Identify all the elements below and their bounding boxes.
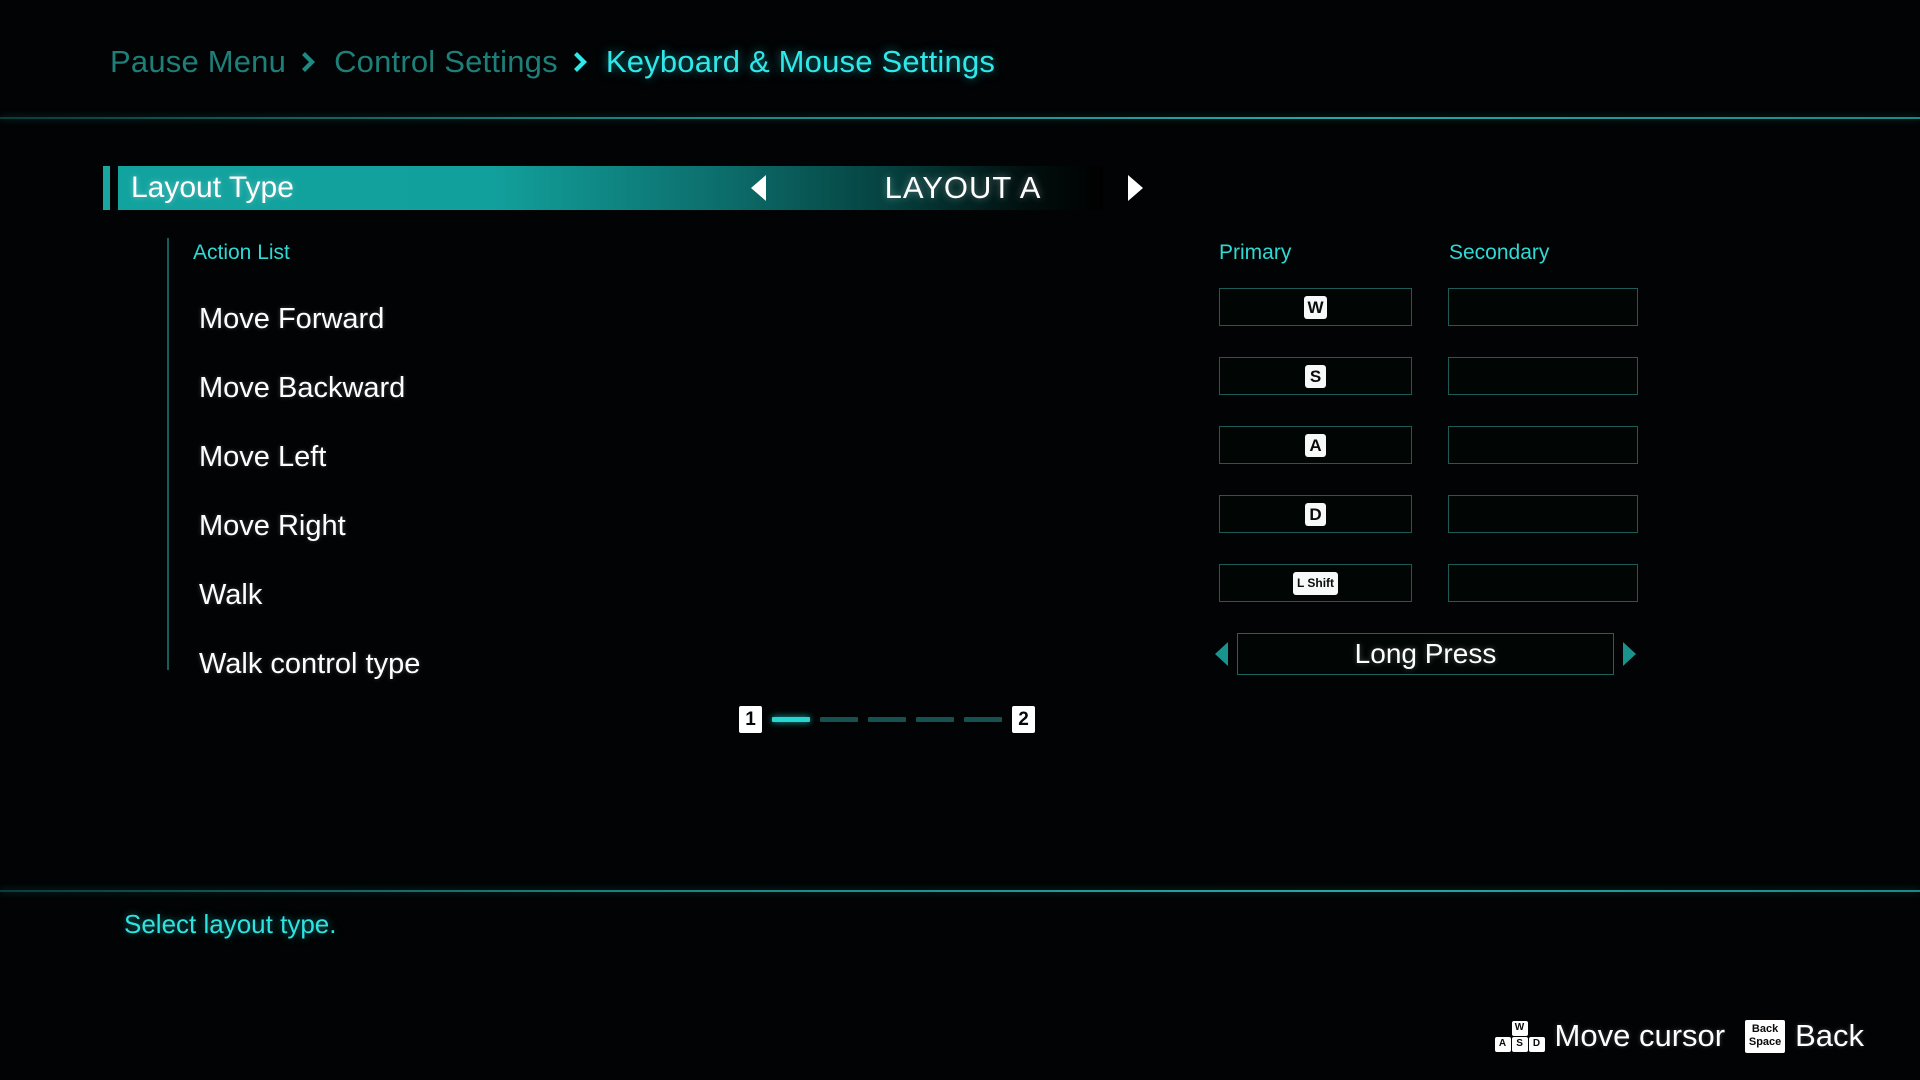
description-text: Select layout type. bbox=[124, 909, 337, 939]
layout-type-label: Layout Type bbox=[131, 171, 294, 204]
action-row-label[interactable]: Move Backward bbox=[199, 354, 420, 423]
walk-control-type-selector[interactable]: Long Press bbox=[1215, 633, 1636, 675]
backspace-line-2: Space bbox=[1748, 1036, 1782, 1048]
action-row-label[interactable]: Move Forward bbox=[199, 285, 420, 354]
breadcrumb-item-keyboard-mouse-settings: Keyboard & Mouse Settings bbox=[605, 44, 996, 79]
mini-key-a: A bbox=[1494, 1036, 1511, 1052]
pagination-segment[interactable] bbox=[868, 717, 906, 722]
binding-box-secondary[interactable] bbox=[1448, 495, 1638, 533]
pagination-segment[interactable] bbox=[964, 717, 1002, 722]
chevron-right-icon bbox=[573, 52, 587, 72]
triangle-right-icon[interactable] bbox=[1623, 642, 1636, 666]
pagination-segment[interactable] bbox=[772, 717, 810, 722]
action-list-header: Action List bbox=[193, 241, 290, 264]
footer-hints: W A S D Move cursor Back Space Back bbox=[1494, 1018, 1864, 1054]
column-header-primary: Primary bbox=[1219, 241, 1292, 264]
pagination-segment[interactable] bbox=[820, 717, 858, 722]
breadcrumb-item-pause-menu[interactable]: Pause Menu bbox=[110, 44, 286, 80]
action-row-label[interactable]: Walk bbox=[199, 561, 420, 630]
mini-key-w: W bbox=[1511, 1020, 1528, 1036]
backspace-line-1: Back bbox=[1751, 1023, 1779, 1036]
binding-box-secondary[interactable] bbox=[1448, 357, 1638, 395]
keycap: D bbox=[1305, 502, 1326, 526]
pagination-segment[interactable] bbox=[916, 717, 954, 722]
mini-key-d: D bbox=[1528, 1036, 1545, 1052]
page-number-end: 2 bbox=[1012, 706, 1035, 733]
hint-label-back: Back bbox=[1795, 1018, 1864, 1053]
triangle-left-icon[interactable] bbox=[1215, 642, 1228, 666]
column-header-secondary: Secondary bbox=[1449, 241, 1550, 264]
action-row-label[interactable]: Walk control type bbox=[199, 630, 420, 699]
action-list: Move Forward Move Backward Move Left Mov… bbox=[199, 285, 420, 699]
mini-key-s: S bbox=[1511, 1036, 1528, 1052]
game-settings-screen: Pause Menu Control Settings Keyboard & M… bbox=[0, 0, 1920, 1080]
keycap: S bbox=[1305, 364, 1326, 388]
layout-type-option-row[interactable]: Layout Type LAYOUT A bbox=[103, 166, 1143, 210]
keycap: A bbox=[1305, 433, 1326, 457]
binding-box-secondary[interactable] bbox=[1448, 564, 1638, 602]
selection-indicator-bar bbox=[103, 166, 110, 210]
pagination: 1 2 bbox=[739, 706, 1035, 733]
binding-box-primary[interactable]: A bbox=[1219, 426, 1412, 464]
chevron-right-icon bbox=[302, 52, 316, 72]
keycap: W bbox=[1304, 295, 1327, 319]
triangle-right-icon[interactable] bbox=[1128, 175, 1143, 201]
keycap: L Shift bbox=[1292, 571, 1339, 595]
layout-type-value: LAYOUT A bbox=[884, 170, 1042, 205]
binding-box-primary[interactable]: S bbox=[1219, 357, 1412, 395]
walk-control-type-value[interactable]: Long Press bbox=[1237, 633, 1614, 675]
hint-back: Back Space Back bbox=[1745, 1018, 1864, 1054]
binding-box-secondary[interactable] bbox=[1448, 426, 1638, 464]
action-list-rail bbox=[167, 238, 169, 670]
page-number-start: 1 bbox=[739, 706, 762, 733]
primary-binding-column: W S A D L Shift bbox=[1219, 288, 1412, 633]
breadcrumb: Pause Menu Control Settings Keyboard & M… bbox=[110, 44, 995, 80]
footer-divider bbox=[0, 890, 1920, 892]
wasd-keys-icon: W A S D bbox=[1494, 1020, 1545, 1052]
binding-box-primary[interactable]: W bbox=[1219, 288, 1412, 326]
triangle-left-icon[interactable] bbox=[751, 175, 766, 201]
backspace-key-icon: Back Space bbox=[1745, 1019, 1786, 1053]
hint-move-cursor: W A S D Move cursor bbox=[1494, 1018, 1726, 1054]
binding-box-primary[interactable]: L Shift bbox=[1219, 564, 1412, 602]
binding-box-secondary[interactable] bbox=[1448, 288, 1638, 326]
binding-box-primary[interactable]: D bbox=[1219, 495, 1412, 533]
header-divider bbox=[0, 117, 1920, 119]
breadcrumb-item-control-settings[interactable]: Control Settings bbox=[334, 44, 558, 80]
action-row-label[interactable]: Move Left bbox=[199, 423, 420, 492]
secondary-binding-column bbox=[1448, 288, 1638, 633]
action-row-label[interactable]: Move Right bbox=[199, 492, 420, 561]
hint-label-move-cursor: Move cursor bbox=[1554, 1018, 1726, 1053]
